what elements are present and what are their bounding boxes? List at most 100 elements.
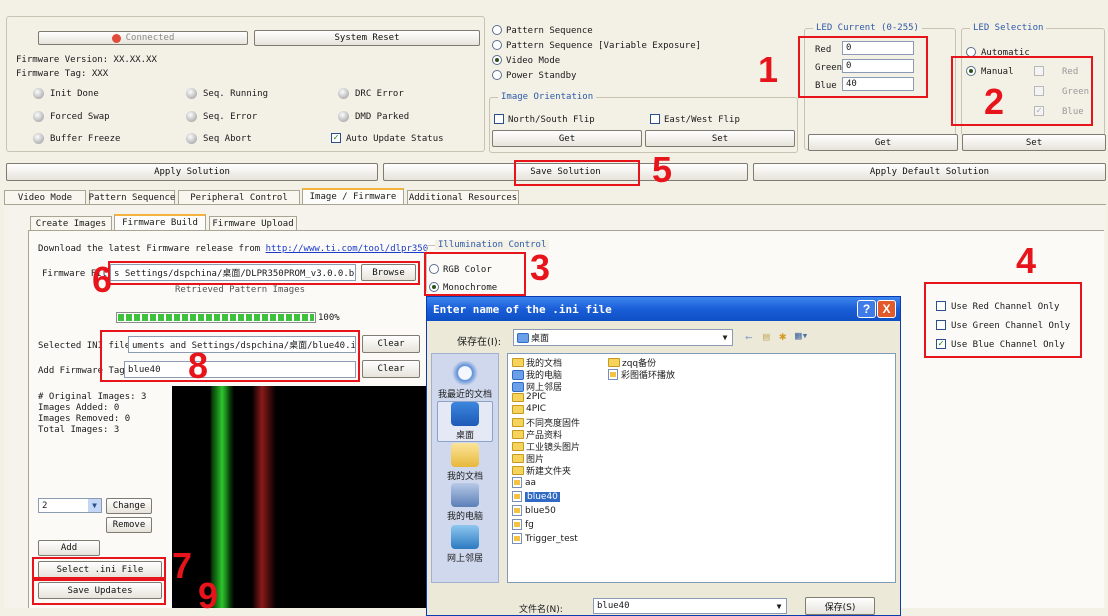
download-link[interactable]: http://www.ti.com/tool/dlpr350 [266,244,429,254]
tab-peripheral-control[interactable]: Peripheral Control [178,190,300,204]
annotation-number-3: 3 [530,247,551,288]
pattern-sequence-radio[interactable] [492,25,502,35]
auto-update-checkbox[interactable]: ✓ [331,133,341,143]
back-icon[interactable]: ← [745,330,752,344]
annotation-number-1: 1 [758,49,779,90]
tab-image-firmware[interactable]: Image / Firmware [302,188,404,204]
annotation-number-9: 9 [198,575,219,616]
dialog-save-button[interactable]: 保存(S) [805,597,875,615]
seq-error-label: Seq. Error [203,112,258,122]
image-index-select[interactable]: 2 ▼ [38,498,102,513]
led-current-title: LED Current (0-255) [813,23,922,33]
image-orientation-title: Image Orientation [498,92,597,102]
place-desktop[interactable]: 桌面 [437,401,493,442]
chevron-down-icon[interactable]: ▼ [718,330,732,345]
original-images-count: # Original Images: 3 [38,392,147,402]
up-folder-icon[interactable]: ▤ [763,330,770,343]
retrieved-images-label: Retrieved Pattern Images [175,285,306,295]
forced-swap-led [33,111,44,122]
add-button[interactable]: Add [38,540,100,556]
power-standby-label: Power Standby [506,71,577,81]
apply-default-solution-button[interactable]: Apply Default Solution [753,163,1106,181]
new-folder-icon[interactable]: ✱ [779,329,786,343]
connected-led-icon [111,33,121,43]
dmd-parked-label: DMD Parked [355,112,410,122]
annotation-number-8: 8 [188,345,209,386]
chevron-down-icon[interactable]: ▼ [772,599,786,613]
remove-button[interactable]: Remove [106,517,152,533]
list-item-selected[interactable]: blue40 [512,491,560,502]
annotation-box-firmware-file [108,261,420,285]
buffer-freeze-label: Buffer Freeze [50,134,121,144]
images-added-count: Images Added: 0 [38,403,120,413]
close-icon[interactable]: X [877,300,896,318]
list-item[interactable]: blue50 [512,505,556,516]
orientation-get-button[interactable]: Get [492,130,642,147]
list-item[interactable]: 4PIC [512,404,546,414]
drc-error-led [338,88,349,99]
led-set-button[interactable]: Set [962,134,1106,151]
annotation-box-led-current [798,36,928,98]
help-icon[interactable]: ? [857,300,876,318]
ns-flip-checkbox[interactable] [494,114,504,124]
init-done-label: Init Done [50,89,99,99]
chevron-down-icon[interactable]: ▼ [88,499,101,512]
dmd-parked-led [338,111,349,122]
seq-abort-led [186,133,197,144]
list-item[interactable]: fg [512,519,534,530]
system-reset-button[interactable]: System Reset [254,30,480,46]
save-in-label: 保存在(I): [457,337,502,348]
annotation-number-5: 5 [652,149,673,190]
ew-flip-label: East/West Flip [664,115,740,125]
filename-input[interactable]: blue40 ▼ [593,598,787,614]
annotation-number-4: 4 [1016,240,1037,281]
change-button[interactable]: Change [106,498,152,514]
tab-firmware-upload[interactable]: Firmware Upload [209,216,297,230]
orientation-set-button[interactable]: Set [645,130,795,147]
tab-additional-resources[interactable]: Additional Resources [407,190,519,204]
tab-create-images[interactable]: Create Images [30,216,112,230]
total-images-count: Total Images: 3 [38,425,120,435]
dialog-title: Enter name of the .ini file [433,302,612,316]
desktop-folder-icon [517,332,529,343]
tab-video-mode[interactable]: Video Mode [4,190,86,204]
tab-pattern-sequence[interactable]: Pattern Sequence [89,190,175,204]
ew-flip-checkbox[interactable] [650,114,660,124]
apply-solution-button[interactable]: Apply Solution [6,163,378,181]
tab-firmware-build[interactable]: Firmware Build [114,214,206,230]
file-list: 我的文档 我的电脑 网上邻居 2PIC 4PIC 不同亮度固件 产品资料 工业镜… [507,353,896,583]
annotation-box-led-selection [951,56,1093,126]
save-in-select[interactable]: 桌面 ▼ [513,329,733,346]
power-standby-radio[interactable] [492,70,502,80]
images-removed-count: Images Removed: 0 [38,414,131,424]
seq-running-led [186,88,197,99]
list-item[interactable]: aa [512,477,536,488]
clear-ini-button[interactable]: Clear [362,335,420,353]
connected-indicator: Connected [38,31,248,45]
annotation-box-select-ini [32,557,166,579]
forced-swap-label: Forced Swap [50,112,110,122]
video-mode-label: Video Mode [506,56,561,66]
annotation-number-6: 6 [92,259,113,300]
place-network[interactable]: 网上邻居 [437,525,493,564]
place-recent[interactable]: 我最近的文档 [437,361,493,400]
view-menu-icon[interactable]: ▦▾ [795,329,808,342]
list-item[interactable]: 彩图循环播放 [608,368,675,381]
drc-error-label: DRC Error [355,89,404,99]
dialog-title-bar: Enter name of the .ini file [427,297,900,321]
place-my-documents[interactable]: 我的文档 [437,443,493,482]
save-ini-dialog: Enter name of the .ini file ? X 保存在(I): … [426,296,901,616]
list-item[interactable]: Trigger_test [512,533,578,544]
pattern-sequence-var-radio[interactable] [492,40,502,50]
place-my-computer[interactable]: 我的电脑 [437,483,493,522]
list-item[interactable]: 新建文件夹 [512,464,571,477]
clear-tag-button[interactable]: Clear [362,360,420,378]
ns-flip-label: North/South Flip [508,115,595,125]
led-get-button[interactable]: Get [808,134,958,151]
connected-label: Connected [125,33,175,43]
buffer-freeze-led [33,133,44,144]
list-item[interactable]: 2PIC [512,392,546,402]
init-done-led [33,88,44,99]
video-mode-radio[interactable] [492,55,502,65]
firmware-version: Firmware Version: XX.XX.XX [16,55,157,65]
